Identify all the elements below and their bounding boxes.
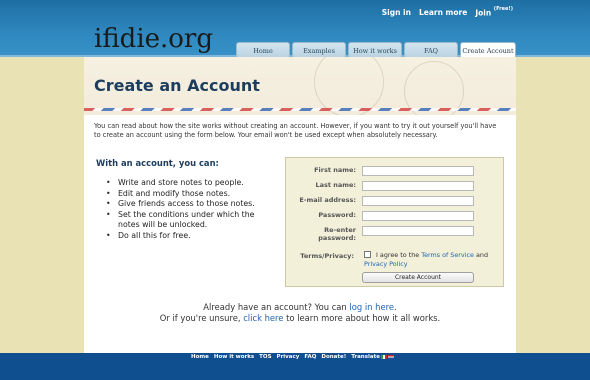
benefit-item: Write and store notes to people. — [106, 178, 271, 189]
footer-link-tos[interactable]: TOS — [259, 354, 271, 360]
learn-more-prompt: Or if you're unsure, click here to learn… — [84, 313, 516, 323]
terms-label: Terms/Privacy: — [300, 252, 354, 260]
footer-link-donate[interactable]: Donate! — [321, 354, 346, 360]
confirm-password-label: Re-enter password: — [318, 226, 356, 242]
footer-links: Home How it works TOS Privacy FAQ Donate… — [191, 354, 394, 360]
join-label: Join — [475, 8, 492, 18]
footer: Home How it works TOS Privacy FAQ Donate… — [0, 353, 590, 380]
login-prompt-period: . — [394, 302, 397, 312]
click-here-link[interactable]: click here — [243, 313, 283, 323]
benefits-list: Write and store notes to people. Edit an… — [106, 178, 271, 242]
free-badge: (Free!) — [493, 6, 513, 12]
confirm-password-input[interactable] — [362, 226, 474, 236]
page-header-banner: Create an Account — [84, 57, 516, 115]
footer-link-faq[interactable]: FAQ — [304, 354, 316, 360]
log-in-link[interactable]: log in here — [349, 302, 394, 312]
password-input[interactable] — [362, 211, 474, 221]
terms-and: and — [475, 251, 489, 259]
site-logo[interactable]: ifidie.org — [94, 26, 213, 52]
translate-label: Translate — [351, 354, 380, 360]
first-name-input[interactable] — [362, 166, 474, 176]
postmark-decoration-2 — [404, 61, 464, 115]
login-prompt: Already have an account? You can log in … — [84, 302, 516, 312]
email-input[interactable] — [362, 196, 474, 206]
benefits-heading: With an account, you can: — [96, 158, 219, 168]
terms-prefix: I agree to the — [376, 251, 420, 259]
tab-create-account[interactable]: Create Account — [460, 42, 516, 58]
learn-more-prompt-text: Or if you're unsure, — [159, 313, 241, 323]
benefit-item: Edit and modify those notes. — [106, 189, 271, 200]
terms-checkbox[interactable] — [364, 251, 371, 258]
benefit-item: Set the conditions under which the notes… — [106, 210, 271, 231]
page-title: Create an Account — [94, 76, 260, 95]
learn-more-prompt-suffix: to learn more about how it all works. — [286, 313, 441, 323]
top-nav-links: Sign in Learn more Join (Free!) — [382, 6, 513, 18]
first-name-label: First name: — [314, 166, 356, 174]
benefit-item: Give friends access to those notes. — [106, 199, 271, 210]
terms-of-service-link[interactable]: Terms of Service — [421, 251, 474, 259]
main-nav-tabs: Home Examples How it works FAQ Create Ac… — [236, 42, 516, 58]
tab-home[interactable]: Home — [236, 42, 290, 58]
main-content: Create an Account You can read about how… — [84, 57, 516, 353]
last-name-label: Last name: — [315, 181, 356, 189]
footer-link-how-it-works[interactable]: How it works — [214, 354, 254, 360]
create-account-button[interactable]: Create Account — [362, 272, 474, 283]
tab-how-it-works[interactable]: How it works — [348, 42, 402, 58]
logo-text-2: die.org — [119, 24, 214, 54]
privacy-policy-link[interactable]: Privacy Policy — [364, 260, 408, 268]
last-name-input[interactable] — [362, 181, 474, 191]
footer-link-home[interactable]: Home — [191, 354, 209, 360]
terms-agreement: I agree to the Terms of Service and Priv… — [364, 251, 502, 268]
logo-text-1: if — [94, 24, 120, 54]
postmark-decoration — [314, 57, 384, 115]
airmail-stripe — [84, 108, 516, 111]
flag-icon[interactable] — [380, 355, 387, 359]
password-label: Password: — [318, 211, 356, 219]
benefit-item: Do all this for free. — [106, 231, 271, 242]
flag-icon[interactable] — [387, 355, 394, 359]
footer-link-privacy[interactable]: Privacy — [277, 354, 300, 360]
join-link[interactable]: Join (Free!) — [475, 6, 513, 18]
translate-widget[interactable]: Translate — [351, 354, 394, 360]
create-account-form: First name: Last name: E-mail address: P… — [285, 157, 504, 287]
learn-more-link[interactable]: Learn more — [419, 8, 467, 17]
tab-faq[interactable]: FAQ — [404, 42, 458, 58]
email-label: E-mail address: — [299, 196, 356, 204]
login-prompt-text: Already have an account? You can — [203, 302, 347, 312]
tab-examples[interactable]: Examples — [292, 42, 346, 58]
sign-in-link[interactable]: Sign in — [382, 8, 411, 17]
intro-paragraph: You can read about how the site works wi… — [94, 122, 497, 139]
